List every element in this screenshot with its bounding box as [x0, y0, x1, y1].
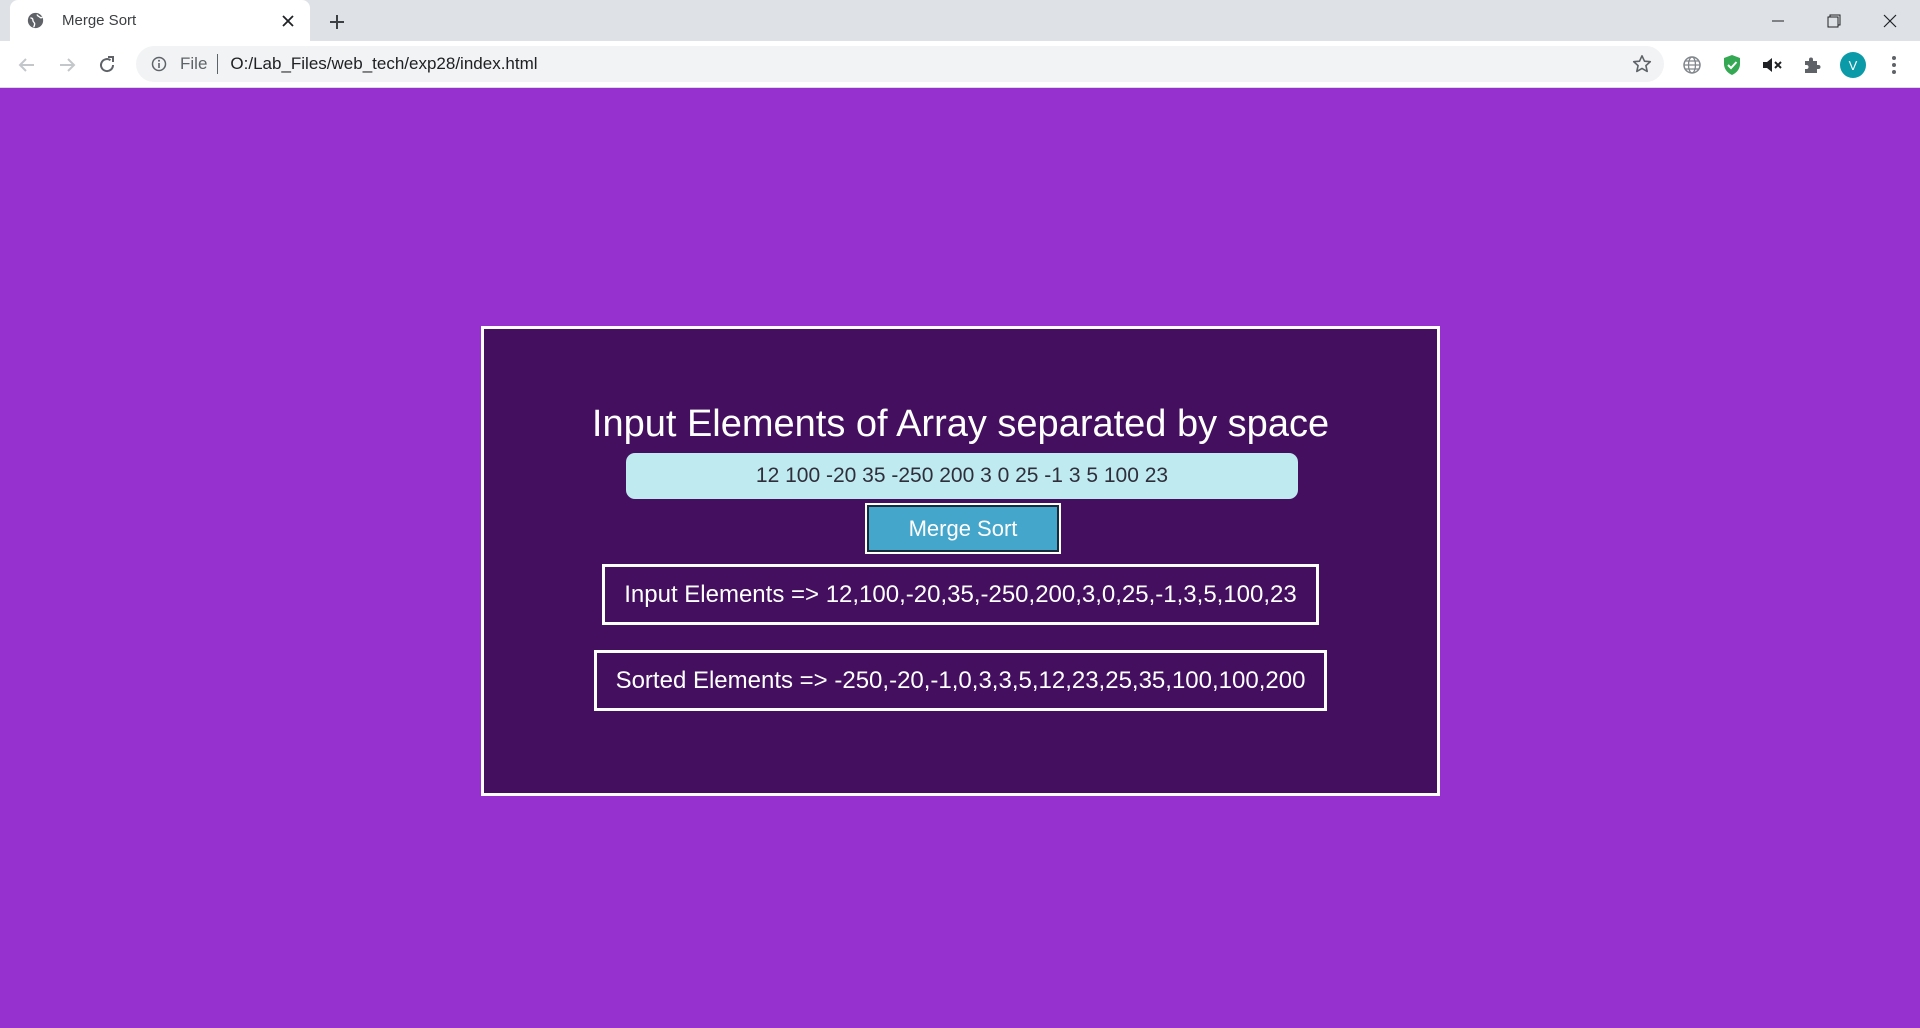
page-heading: Input Elements of Array separated by spa… — [591, 403, 1330, 445]
translate-globe-icon[interactable] — [1680, 53, 1704, 77]
minimize-icon[interactable] — [1750, 0, 1806, 41]
forward-arrow-icon[interactable] — [53, 51, 81, 79]
scheme-label: File — [180, 54, 208, 73]
sorted-elements-output: Sorted Elements => -250,-20,-1,0,3,3,5,1… — [594, 650, 1327, 711]
shield-check-icon[interactable] — [1720, 53, 1744, 77]
input-elements-output: Input Elements => 12,100,-20,35,-250,200… — [602, 564, 1319, 625]
reload-icon[interactable] — [93, 51, 121, 79]
merge-sort-button[interactable]: Merge Sort — [865, 503, 1061, 554]
globe-icon — [26, 12, 44, 30]
address-bar[interactable]: File O:/Lab_Files/web_tech/exp28/index.h… — [136, 46, 1664, 82]
mute-icon[interactable] — [1760, 53, 1784, 77]
bookmark-star-icon[interactable] — [1630, 52, 1654, 76]
new-tab-icon[interactable] — [324, 9, 350, 35]
tab-title: Merge Sort — [62, 12, 137, 29]
profile-avatar[interactable]: V — [1840, 52, 1866, 78]
merge-sort-card: Input Elements of Array separated by spa… — [481, 326, 1440, 796]
tab-strip: Merge Sort — [0, 0, 1920, 41]
array-input[interactable] — [626, 453, 1298, 499]
back-arrow-icon[interactable] — [13, 51, 41, 79]
address-separator — [217, 54, 219, 74]
close-window-icon[interactable] — [1862, 0, 1918, 41]
info-icon[interactable] — [150, 55, 168, 73]
tab-merge-sort[interactable]: Merge Sort — [10, 0, 310, 41]
menu-dots-icon[interactable] — [1882, 53, 1906, 77]
extensions-puzzle-icon[interactable] — [1800, 53, 1824, 77]
restore-icon[interactable] — [1806, 0, 1862, 41]
close-tab-icon[interactable] — [278, 11, 298, 31]
url-text[interactable]: O:/Lab_Files/web_tech/exp28/index.html — [230, 54, 1630, 74]
browser-toolbar: File O:/Lab_Files/web_tech/exp28/index.h… — [0, 41, 1920, 88]
